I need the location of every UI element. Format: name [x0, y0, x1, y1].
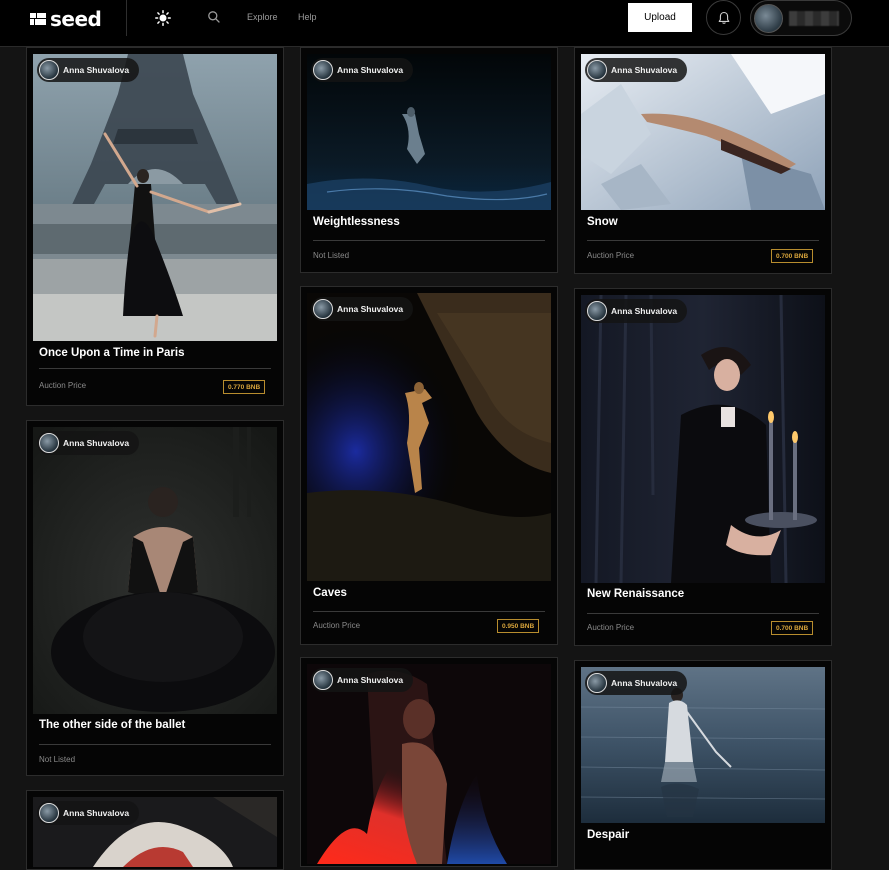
nft-card[interactable]: Anna Shuvalova — [26, 790, 284, 870]
price-label: Auction Price — [587, 623, 635, 632]
creator-chip[interactable]: Anna Shuvalova — [37, 58, 140, 82]
creator-name: Anna Shuvalova — [611, 678, 678, 688]
nft-card[interactable]: Anna Shuvalova Despair — [574, 660, 832, 870]
creator-avatar — [39, 803, 59, 823]
card-divider — [587, 240, 819, 241]
creator-chip[interactable]: Anna Shuvalova — [585, 299, 688, 323]
card-divider — [39, 744, 271, 745]
creator-avatar — [39, 60, 59, 80]
creator-name: Anna Shuvalova — [611, 306, 678, 316]
artwork-title: Caves — [313, 587, 347, 599]
artwork-title: The other side of the ballet — [39, 719, 186, 731]
card-divider — [587, 613, 819, 614]
artwork-title: Once Upon a Time in Paris — [39, 347, 185, 359]
creator-chip[interactable]: Anna Shuvalova — [311, 668, 414, 692]
creator-avatar — [39, 433, 59, 453]
price-badge: 0.700 BNB — [771, 249, 814, 263]
profile-name-blurred — [789, 11, 839, 26]
creator-avatar — [587, 673, 607, 693]
logo-text: seed — [50, 7, 102, 31]
notifications-button[interactable] — [706, 0, 741, 35]
upload-button[interactable]: Upload — [628, 3, 692, 32]
price-label: Auction Price — [39, 381, 87, 390]
price-label: Auction Price — [587, 251, 635, 260]
creator-name: Anna Shuvalova — [337, 304, 404, 314]
listing-status: Not Listed — [39, 755, 76, 764]
nft-card[interactable]: Anna Shuvalova Caves Auction Price 0.950… — [300, 286, 558, 645]
creator-chip[interactable]: Anna Shuvalova — [37, 431, 140, 455]
price-badge: 0.950 BNB — [497, 619, 540, 633]
creator-avatar — [313, 299, 333, 319]
nft-card[interactable]: Anna Shuvalova Once Upon a Time in Paris… — [26, 47, 284, 406]
nft-card[interactable]: Anna Shuvalova New Renaissance Auction P… — [574, 288, 832, 646]
creator-name: Anna Shuvalova — [611, 65, 678, 75]
top-header: seed Explore Help Upload — [0, 0, 889, 47]
sun-icon[interactable] — [155, 10, 171, 26]
artwork-title: Despair — [587, 829, 630, 841]
creator-name: Anna Shuvalova — [337, 675, 404, 685]
creator-chip[interactable]: Anna Shuvalova — [37, 801, 140, 825]
creator-name: Anna Shuvalova — [63, 65, 130, 75]
creator-chip[interactable]: Anna Shuvalova — [311, 297, 414, 321]
nav-explore-link[interactable]: Explore — [247, 12, 278, 22]
card-divider — [313, 240, 545, 241]
seed-logo-icon — [30, 13, 46, 25]
creator-name: Anna Shuvalova — [63, 808, 130, 818]
listing-status: Not Listed — [313, 251, 350, 260]
search-icon[interactable] — [207, 10, 221, 24]
creator-chip[interactable]: Anna Shuvalova — [311, 58, 414, 82]
card-divider — [39, 368, 271, 369]
price-label: Auction Price — [313, 621, 361, 630]
nft-card[interactable]: Anna Shuvalova The other side of the bal… — [26, 420, 284, 776]
creator-chip[interactable]: Anna Shuvalova — [585, 671, 688, 695]
creator-name: Anna Shuvalova — [337, 65, 404, 75]
nav-help-link[interactable]: Help — [298, 12, 317, 22]
creator-chip[interactable]: Anna Shuvalova — [585, 58, 688, 82]
artwork-image — [33, 427, 277, 714]
artwork-image — [33, 54, 277, 341]
price-badge: 0.770 BNB — [223, 380, 266, 394]
creator-avatar — [587, 301, 607, 321]
creator-avatar — [587, 60, 607, 80]
creator-name: Anna Shuvalova — [63, 438, 130, 448]
bell-icon — [718, 11, 729, 24]
header-divider — [126, 0, 127, 36]
avatar — [754, 4, 783, 33]
artwork-title: Weightlessness — [313, 216, 400, 228]
seed-logo[interactable]: seed — [30, 7, 102, 31]
creator-avatar — [313, 670, 333, 690]
profile-menu-button[interactable] — [750, 0, 852, 36]
card-divider — [313, 611, 545, 612]
nft-card[interactable]: Anna Shuvalova — [300, 657, 558, 867]
artwork-title: New Renaissance — [587, 588, 685, 600]
artwork-image — [307, 293, 551, 581]
creator-avatar — [313, 60, 333, 80]
nft-card[interactable]: Anna Shuvalova Weightlessness Not Listed — [300, 47, 558, 273]
artwork-image — [581, 295, 825, 583]
artwork-image — [307, 664, 551, 864]
price-badge: 0.700 BNB — [771, 621, 814, 635]
artwork-title: Snow — [587, 216, 618, 228]
nft-card[interactable]: Anna Shuvalova Snow Auction Price 0.700 … — [574, 47, 832, 274]
